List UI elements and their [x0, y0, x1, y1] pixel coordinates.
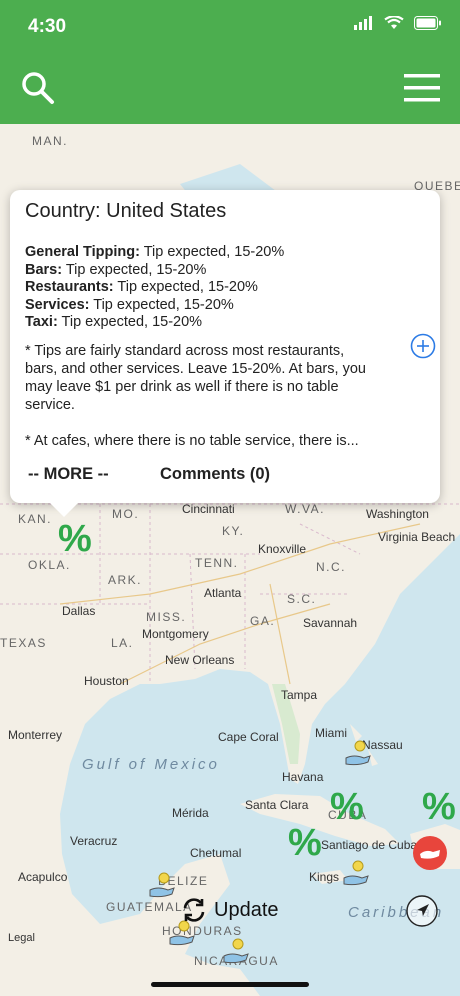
battery-icon — [414, 16, 441, 30]
percent-marker-cuba[interactable]: % — [330, 788, 364, 826]
city-savannah: Savannah — [303, 616, 358, 630]
city-houston: Houston — [84, 674, 129, 688]
city-virginia-beach: Virginia Beach — [378, 530, 456, 544]
row-label: Restaurants: — [25, 279, 114, 295]
tip-hand-icon[interactable] — [344, 740, 372, 768]
city-kingston: Kings — [309, 870, 340, 884]
tip-hand-icon[interactable] — [342, 860, 370, 888]
city-washington: Washington — [366, 507, 429, 521]
city-chetumal: Chetumal — [190, 846, 242, 860]
label-texas: TEXAS — [0, 636, 47, 650]
percent-marker-haiti[interactable]: % — [422, 788, 456, 826]
label-kan: KAN. — [18, 512, 53, 526]
label-ga: GA. — [250, 614, 276, 628]
popup-description: * Tips are fairly standard across most r… — [25, 342, 370, 450]
city-tampa: Tampa — [281, 688, 318, 702]
city-dallas: Dallas — [62, 604, 96, 618]
label-ark: ARK. — [108, 573, 143, 587]
city-santa-clara: Santa Clara — [245, 798, 309, 812]
label-ky: KY. — [222, 524, 245, 538]
row-value: Tip expected, 15-20% — [139, 244, 285, 260]
update-button[interactable]: Update — [180, 896, 279, 924]
row-services: Services: Tip expected, 15-20% — [25, 297, 284, 315]
city-new-orleans: New Orleans — [165, 653, 235, 667]
popup-title: Country: United States — [25, 200, 227, 222]
city-cape-coral: Cape Coral — [218, 730, 279, 744]
add-circle-icon[interactable] — [410, 333, 436, 359]
signal-icon — [354, 16, 372, 30]
city-cincinnati: Cincinnati — [182, 502, 235, 516]
city-havana: Havana — [282, 770, 324, 784]
city-atlanta: Atlanta — [204, 586, 242, 600]
comments-button[interactable]: Comments (0) — [160, 465, 270, 484]
refresh-icon — [183, 898, 205, 922]
country-popup[interactable]: Country: United States General Tipping: … — [10, 190, 440, 517]
wifi-icon — [384, 16, 404, 29]
update-label: Update — [214, 898, 279, 921]
row-value: Tip expected, 15-20% — [113, 279, 258, 295]
row-label: Taxi: — [25, 314, 58, 330]
tipping-rows: General Tipping: Tip expected, 15-20% Ba… — [25, 244, 284, 332]
label-wva: W.VA. — [285, 502, 325, 516]
tip-hand-icon[interactable] — [168, 920, 196, 948]
city-veracruz: Veracruz — [70, 834, 118, 848]
description-paragraph-1: * Tips are fairly standard across most r… — [25, 343, 366, 413]
sea-gulf-of-mexico: Gulf of Mexico — [82, 756, 220, 773]
city-knoxville: Knoxville — [258, 542, 307, 556]
label-tenn: TENN. — [195, 556, 239, 570]
tip-hand-icon[interactable] — [222, 938, 250, 966]
row-taxi: Taxi: Tip expected, 15-20% — [25, 314, 284, 332]
row-general: General Tipping: Tip expected, 15-20% — [25, 244, 284, 262]
label-mo: MO. — [112, 507, 140, 521]
row-bars: Bars: Tip expected, 15-20% — [25, 262, 284, 280]
label-la: LA. — [111, 636, 134, 650]
label-okla: OKLA. — [28, 558, 71, 572]
red-hand-marker-icon[interactable] — [413, 836, 447, 870]
row-value: Tip expected, 15-20% — [57, 314, 203, 330]
status-time: 4:30 — [28, 16, 67, 37]
row-restaurants: Restaurants: Tip expected, 15-20% — [25, 279, 284, 297]
description-paragraph-2: * At cafes, where there is no table serv… — [25, 433, 359, 449]
row-value: Tip expected, 15-20% — [62, 261, 207, 278]
home-indicator — [151, 982, 309, 987]
more-button[interactable]: -- MORE -- — [28, 465, 109, 484]
percent-marker-jamaica[interactable]: % — [288, 824, 322, 862]
city-monterrey: Monterrey — [8, 728, 63, 742]
city-acapulco: Acapulco — [18, 870, 68, 884]
label-sc: S.C. — [287, 592, 317, 606]
search-icon[interactable] — [20, 70, 56, 106]
city-montgomery: Montgomery — [142, 627, 209, 641]
row-label: Bars: — [25, 261, 63, 278]
location-arrow-icon[interactable] — [406, 895, 438, 927]
status-indicators — [354, 16, 442, 30]
city-miami: Miami — [315, 726, 347, 740]
label-miss: MISS. — [146, 610, 187, 624]
percent-marker-usa[interactable]: % — [58, 520, 92, 558]
tip-hand-icon[interactable] — [148, 872, 176, 900]
legal-link[interactable]: Legal — [8, 932, 35, 944]
app-header: 4:30 — [0, 0, 460, 124]
city-merida: Mérida — [172, 806, 209, 820]
hamburger-menu-icon[interactable] — [404, 74, 440, 102]
row-value: Tip expected, 15-20% — [89, 296, 234, 313]
label-nc: N.C. — [316, 560, 346, 574]
row-label: General Tipping: — [25, 244, 140, 260]
row-label: Services: — [25, 296, 90, 313]
city-santiago: Santiago de Cuba — [321, 838, 418, 852]
label-man: MAN. — [32, 134, 68, 148]
